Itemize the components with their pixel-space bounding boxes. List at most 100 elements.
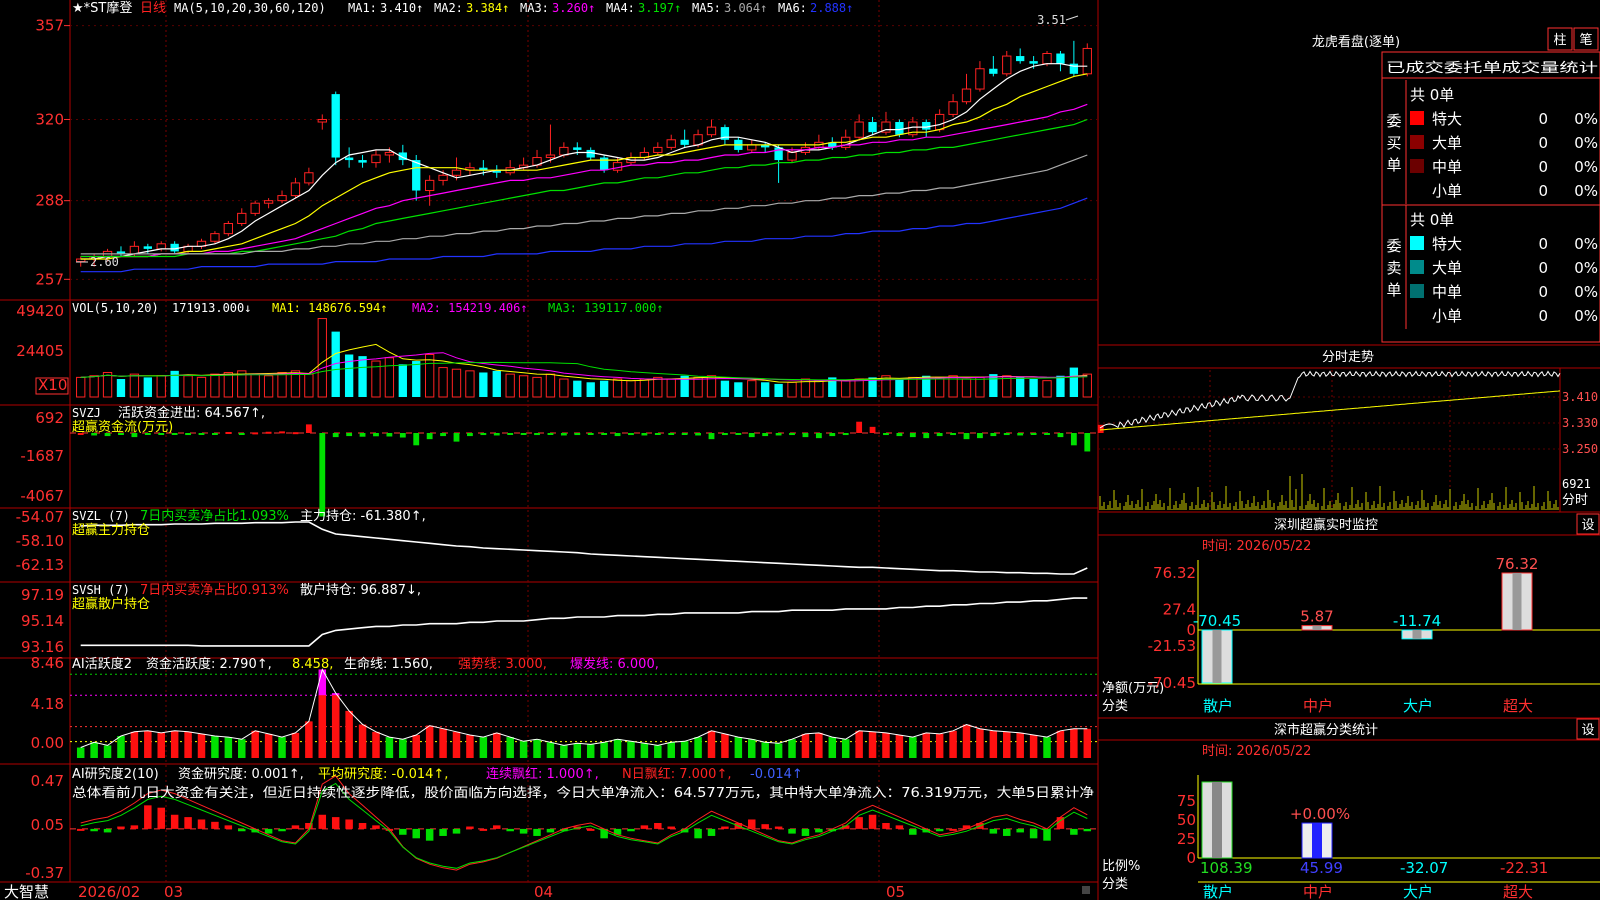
sz-bar-shade xyxy=(1412,630,1422,639)
research-bar xyxy=(788,828,796,834)
candle xyxy=(1002,55,1012,75)
flow-bar xyxy=(413,433,420,446)
svsh-item1: 7日内买卖净占比0.913% xyxy=(140,582,289,598)
candle xyxy=(868,122,877,133)
volume-bar xyxy=(223,371,234,398)
row-name: 特大 xyxy=(1432,235,1462,253)
activity-bar xyxy=(466,734,474,758)
date-label: 04 xyxy=(534,883,553,900)
brand-logo: 大智慧 xyxy=(4,883,49,900)
flow-bar xyxy=(1030,433,1037,435)
candle xyxy=(854,121,864,138)
candle xyxy=(371,154,381,164)
side-label-char: 单 xyxy=(1386,156,1401,174)
flow-bar xyxy=(399,433,406,438)
flow-bar xyxy=(896,433,903,437)
row-pct: 0% xyxy=(1574,235,1598,253)
research-bar xyxy=(1070,828,1078,835)
volume-bar xyxy=(841,380,851,398)
flow-bar xyxy=(869,426,876,433)
flow-bar xyxy=(185,433,191,436)
kline-chart[interactable]: 357 320 288 257 3.51 2.60 ★*ST摩登 日线 MA(5,10,20,3… xyxy=(0,0,1600,900)
volume-bar xyxy=(277,371,287,398)
flow-bar xyxy=(252,432,259,435)
research-bar xyxy=(774,826,783,829)
legend-swatch xyxy=(1410,135,1424,149)
candle xyxy=(263,200,274,204)
activity-bar xyxy=(949,730,957,758)
svsh-axis-label: 95.14 xyxy=(21,612,64,630)
ma-value: 3.384↑ xyxy=(466,1,509,15)
volume-bar xyxy=(961,378,972,398)
flow-bar xyxy=(628,433,634,436)
ss-bar-shade xyxy=(1312,823,1322,858)
stock-name: ★*ST摩登 xyxy=(72,0,132,16)
volume-bar xyxy=(787,381,797,398)
volume-bar xyxy=(854,378,864,398)
fs-axis-label: 3.410 xyxy=(1562,390,1598,404)
ss-category: 超大 xyxy=(1503,883,1533,900)
flow-bar xyxy=(735,433,742,435)
row-value: 0 xyxy=(1538,283,1548,301)
research-bar xyxy=(667,826,675,829)
row-pct: 0% xyxy=(1574,158,1598,176)
flow-bar xyxy=(560,433,567,436)
activity-bar xyxy=(90,742,98,758)
research-bar xyxy=(452,828,461,834)
ss-category: 散户 xyxy=(1203,883,1233,900)
ma-value: 3.064↑ xyxy=(724,1,767,15)
flow-bar xyxy=(708,433,715,440)
vol-value: 171913.000↓ xyxy=(172,301,251,315)
ma-key: MA6: xyxy=(778,1,807,15)
flow-bar xyxy=(1057,433,1064,438)
volume-bar xyxy=(573,380,582,397)
sz-axis-label: -21.53 xyxy=(1148,637,1196,655)
research-bar xyxy=(224,825,233,829)
flow-bar xyxy=(574,433,581,436)
row-pct: 0% xyxy=(1574,110,1598,128)
ma-key: MA1: xyxy=(348,1,377,15)
ai2-e: -0.014↑ xyxy=(750,767,803,782)
research-bar xyxy=(466,826,474,829)
row-name: 中单 xyxy=(1432,158,1462,176)
activity-bar xyxy=(761,742,769,758)
candle xyxy=(331,94,340,158)
activity-bar xyxy=(399,739,407,758)
candle xyxy=(223,223,234,235)
sz-category: 中户 xyxy=(1303,697,1333,715)
candle xyxy=(304,172,314,184)
price-axis-label: 320 xyxy=(35,110,64,128)
volume-bar xyxy=(1029,379,1038,397)
activity-bar xyxy=(1043,737,1051,758)
volume-bar xyxy=(814,380,824,398)
ai1-axis-label: 8.46 xyxy=(31,654,64,672)
volume-bar xyxy=(143,377,152,397)
ss-category: 大户 xyxy=(1403,883,1433,900)
research-bar xyxy=(479,828,488,831)
activity-bar xyxy=(197,733,206,758)
research-bar xyxy=(909,828,917,835)
legend-swatch xyxy=(1410,183,1424,197)
lh-title: 龙虎看盘(逐单) xyxy=(1312,34,1400,50)
activity-bar xyxy=(694,737,702,758)
research-bar xyxy=(412,828,420,839)
research-bar xyxy=(1029,828,1038,839)
flow-bar xyxy=(654,433,661,435)
volume-bar xyxy=(263,375,274,398)
activity-bar xyxy=(345,710,353,758)
svzl-name: SVZL (7) xyxy=(72,509,130,523)
ss-category: 中户 xyxy=(1303,883,1333,900)
activity-bar xyxy=(855,730,863,758)
activity-bar xyxy=(586,744,595,758)
activity-bar xyxy=(519,741,528,758)
candle xyxy=(706,126,717,136)
research-bar xyxy=(399,828,407,835)
volume-bar xyxy=(102,371,113,398)
activity-bar xyxy=(654,745,662,758)
ma-key: MA3: xyxy=(520,1,549,15)
volume-bar xyxy=(465,370,475,398)
volume-bar xyxy=(693,376,703,398)
candle xyxy=(961,88,972,103)
research-bar xyxy=(157,807,165,829)
activity-bar xyxy=(667,742,675,758)
